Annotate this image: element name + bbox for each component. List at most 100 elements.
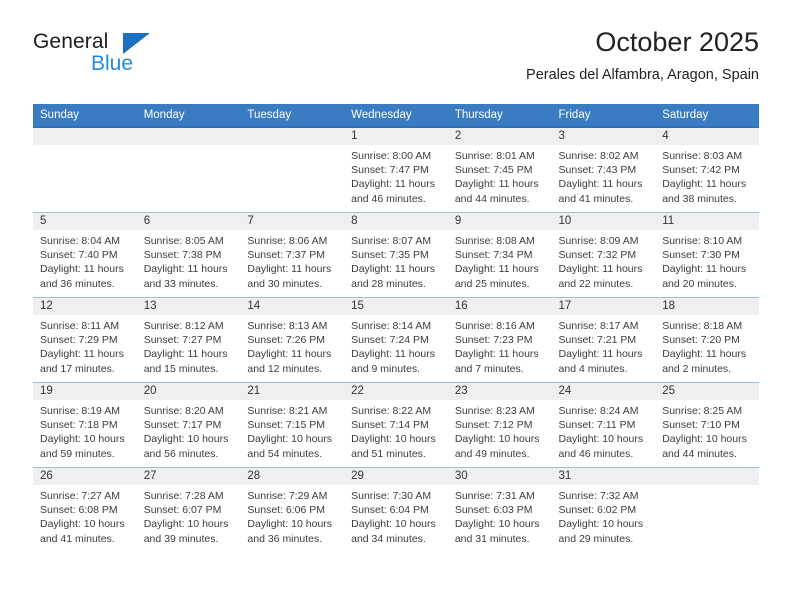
calendar-day-cell[interactable]: 19 Sunrise: 8:19 AM Sunset: 7:18 PM Dayligh… bbox=[33, 382, 137, 468]
day-details: Sunrise: 8:01 AM Sunset: 7:45 PM Daylight:… bbox=[448, 145, 552, 206]
day-details: Sunrise: 7:29 AM Sunset: 6:06 PM Daylight:… bbox=[240, 485, 344, 546]
brand-name-general: General bbox=[33, 30, 109, 53]
sunrise-text: Sunrise: 8:09 AM bbox=[558, 235, 639, 247]
calendar-day-cell[interactable]: 4 Sunrise: 8:03 AM Sunset: 7:42 PM Daylight… bbox=[655, 126, 759, 213]
calendar-week-row: 5 Sunrise: 8:04 AM Sunset: 7:40 PM Daylight… bbox=[33, 212, 759, 298]
day-number bbox=[136, 128, 241, 145]
sunset-text: Sunset: 7:17 PM bbox=[143, 419, 222, 432]
daylight-text: Daylight: 10 hours and 59 minutes. bbox=[40, 433, 125, 460]
calendar-day-cell[interactable]: 26 Sunrise: 7:27 AM Sunset: 6:08 PM Dayligh… bbox=[33, 467, 137, 552]
day-number bbox=[655, 468, 759, 485]
calendar-day-cell[interactable]: 10 Sunrise: 8:09 AM Sunset: 7:32 PM Dayligh… bbox=[551, 212, 656, 298]
calendar-cell-empty bbox=[655, 467, 759, 552]
calendar-day-cell[interactable]: 8 Sunrise: 8:07 AM Sunset: 7:35 PM Daylight… bbox=[344, 212, 448, 298]
daylight-text: Daylight: 11 hours and 44 minutes. bbox=[454, 178, 539, 205]
sunset-text: Sunset: 7:10 PM bbox=[662, 419, 740, 432]
sunrise-text: Sunrise: 8:20 AM bbox=[143, 405, 224, 417]
calendar-day-cell[interactable]: 24 Sunrise: 8:24 AM Sunset: 7:11 PM Dayligh… bbox=[551, 382, 656, 468]
calendar-day-cell[interactable]: 18 Sunrise: 8:18 AM Sunset: 7:20 PM Dayligh… bbox=[655, 297, 759, 383]
day-number: 12 bbox=[33, 298, 137, 315]
calendar-day-cell[interactable]: 30 Sunrise: 7:31 AM Sunset: 6:03 PM Dayligh… bbox=[447, 467, 552, 552]
calendar-day-cell[interactable]: 21 Sunrise: 8:21 AM Sunset: 7:15 PM Dayligh… bbox=[240, 382, 345, 468]
calendar-day-cell[interactable]: 16 Sunrise: 8:16 AM Sunset: 7:23 PM Dayligh… bbox=[447, 297, 552, 383]
day-number: 20 bbox=[136, 383, 241, 400]
sunset-text: Sunset: 7:27 PM bbox=[143, 334, 222, 347]
day-number: 16 bbox=[447, 298, 552, 315]
day-number: 1 bbox=[344, 128, 448, 145]
daylight-text: Daylight: 11 hours and 17 minutes. bbox=[40, 348, 124, 375]
sunrise-text: Sunrise: 8:12 AM bbox=[143, 320, 224, 332]
calendar-body: 1 Sunrise: 8:00 AM Sunset: 7:47 PM Daylight… bbox=[33, 126, 759, 552]
sunset-text: Sunset: 7:42 PM bbox=[662, 164, 740, 177]
brand-logo[interactable]: General Blue bbox=[33, 26, 273, 88]
sunset-text: Sunset: 7:45 PM bbox=[454, 164, 533, 177]
day-number: 18 bbox=[655, 298, 759, 315]
sunset-text: Sunset: 7:34 PM bbox=[454, 249, 533, 262]
daylight-text: Daylight: 11 hours and 12 minutes. bbox=[247, 348, 332, 375]
calendar-day-cell[interactable]: 1 Sunrise: 8:00 AM Sunset: 7:47 PM Daylight… bbox=[344, 126, 448, 213]
day-number: 9 bbox=[447, 213, 552, 230]
day-number: 27 bbox=[136, 468, 241, 485]
sunset-text: Sunset: 7:38 PM bbox=[143, 249, 222, 262]
daylight-text: Daylight: 11 hours and 9 minutes. bbox=[351, 348, 435, 375]
daylight-text: Daylight: 10 hours and 46 minutes. bbox=[558, 433, 644, 460]
calendar-day-cell[interactable]: 6 Sunrise: 8:05 AM Sunset: 7:38 PM Daylight… bbox=[136, 212, 241, 298]
calendar-day-cell[interactable]: 3 Sunrise: 8:02 AM Sunset: 7:43 PM Daylight… bbox=[551, 126, 656, 213]
sunrise-text: Sunrise: 8:02 AM bbox=[558, 150, 639, 162]
daylight-text: Daylight: 10 hours and 41 minutes. bbox=[40, 518, 125, 545]
day-number: 29 bbox=[344, 468, 448, 485]
calendar-day-cell[interactable]: 13 Sunrise: 8:12 AM Sunset: 7:27 PM Dayligh… bbox=[136, 297, 241, 383]
sunset-text: Sunset: 7:43 PM bbox=[558, 164, 637, 177]
calendar-day-cell[interactable]: 12 Sunrise: 8:11 AM Sunset: 7:29 PM Dayligh… bbox=[33, 297, 137, 383]
sunrise-text: Sunrise: 8:04 AM bbox=[40, 235, 120, 247]
calendar-week-row: 12 Sunrise: 8:11 AM Sunset: 7:29 PM Dayligh… bbox=[33, 297, 759, 383]
calendar-day-cell[interactable]: 14 Sunrise: 8:13 AM Sunset: 7:26 PM Dayligh… bbox=[240, 297, 345, 383]
calendar-day-cell[interactable]: 29 Sunrise: 7:30 AM Sunset: 6:04 PM Dayligh… bbox=[344, 467, 448, 552]
day-details: Sunrise: 8:05 AM Sunset: 7:38 PM Daylight:… bbox=[137, 230, 241, 291]
daylight-text: Daylight: 11 hours and 2 minutes. bbox=[662, 348, 747, 375]
sunset-text: Sunset: 6:07 PM bbox=[143, 504, 222, 517]
daylight-text: Daylight: 10 hours and 31 minutes. bbox=[454, 518, 540, 545]
day-number: 22 bbox=[344, 383, 448, 400]
day-number: 13 bbox=[136, 298, 241, 315]
calendar-day-cell[interactable]: 31 Sunrise: 7:32 AM Sunset: 6:02 PM Dayligh… bbox=[551, 467, 656, 552]
calendar-day-cell[interactable]: 15 Sunrise: 8:14 AM Sunset: 7:24 PM Dayligh… bbox=[344, 297, 448, 383]
calendar-day-cell[interactable]: 27 Sunrise: 7:28 AM Sunset: 6:07 PM Dayligh… bbox=[136, 467, 241, 552]
sunrise-text: Sunrise: 7:27 AM bbox=[40, 490, 120, 502]
daylight-text: Daylight: 10 hours and 49 minutes. bbox=[454, 433, 540, 460]
calendar-day-cell[interactable]: 11 Sunrise: 8:10 AM Sunset: 7:30 PM Dayligh… bbox=[655, 212, 759, 298]
sunset-text: Sunset: 7:47 PM bbox=[351, 164, 429, 177]
calendar-day-cell[interactable]: 23 Sunrise: 8:23 AM Sunset: 7:12 PM Dayligh… bbox=[447, 382, 552, 468]
day-details: Sunrise: 8:18 AM Sunset: 7:20 PM Daylight:… bbox=[655, 315, 759, 376]
day-number: 17 bbox=[551, 298, 656, 315]
sunrise-text: Sunrise: 7:28 AM bbox=[143, 490, 224, 502]
title-block: October 2025 Perales del Alfambra, Arago… bbox=[526, 26, 759, 84]
weekday-header-wednesday: Wednesday bbox=[344, 104, 448, 127]
daylight-text: Daylight: 10 hours and 56 minutes. bbox=[143, 433, 229, 460]
calendar-day-cell[interactable]: 2 Sunrise: 8:01 AM Sunset: 7:45 PM Daylight… bbox=[447, 126, 552, 213]
daylight-text: Daylight: 10 hours and 54 minutes. bbox=[247, 433, 333, 460]
weekday-header-tuesday: Tuesday bbox=[240, 104, 345, 127]
sunset-text: Sunset: 7:37 PM bbox=[247, 249, 326, 262]
daylight-text: Daylight: 11 hours and 7 minutes. bbox=[454, 348, 539, 375]
sunset-text: Sunset: 6:08 PM bbox=[40, 504, 118, 517]
calendar-day-cell[interactable]: 17 Sunrise: 8:17 AM Sunset: 7:21 PM Dayligh… bbox=[551, 297, 656, 383]
calendar-day-cell[interactable]: 7 Sunrise: 8:06 AM Sunset: 7:37 PM Daylight… bbox=[240, 212, 345, 298]
day-number: 23 bbox=[447, 383, 552, 400]
calendar-day-cell[interactable]: 28 Sunrise: 7:29 AM Sunset: 6:06 PM Dayligh… bbox=[240, 467, 345, 552]
brand-name-blue: Blue bbox=[91, 52, 134, 75]
calendar-day-cell[interactable]: 9 Sunrise: 8:08 AM Sunset: 7:34 PM Daylight… bbox=[447, 212, 552, 298]
sunset-text: Sunset: 7:29 PM bbox=[40, 334, 118, 347]
day-number: 4 bbox=[655, 128, 759, 145]
calendar-day-cell[interactable]: 20 Sunrise: 8:20 AM Sunset: 7:17 PM Dayligh… bbox=[136, 382, 241, 468]
calendar-day-cell[interactable]: 22 Sunrise: 8:22 AM Sunset: 7:14 PM Dayligh… bbox=[344, 382, 448, 468]
calendar-day-cell[interactable]: 5 Sunrise: 8:04 AM Sunset: 7:40 PM Daylight… bbox=[33, 212, 137, 298]
sunrise-text: Sunrise: 7:31 AM bbox=[454, 490, 535, 502]
brand-triangle-icon bbox=[123, 33, 150, 54]
day-details: Sunrise: 8:25 AM Sunset: 7:10 PM Daylight:… bbox=[655, 400, 759, 461]
day-number: 5 bbox=[33, 213, 137, 230]
sunset-text: Sunset: 7:26 PM bbox=[247, 334, 326, 347]
daylight-text: Daylight: 11 hours and 15 minutes. bbox=[143, 348, 228, 375]
day-number: 31 bbox=[551, 468, 656, 485]
calendar-day-cell[interactable]: 25 Sunrise: 8:25 AM Sunset: 7:10 PM Dayligh… bbox=[655, 382, 759, 468]
